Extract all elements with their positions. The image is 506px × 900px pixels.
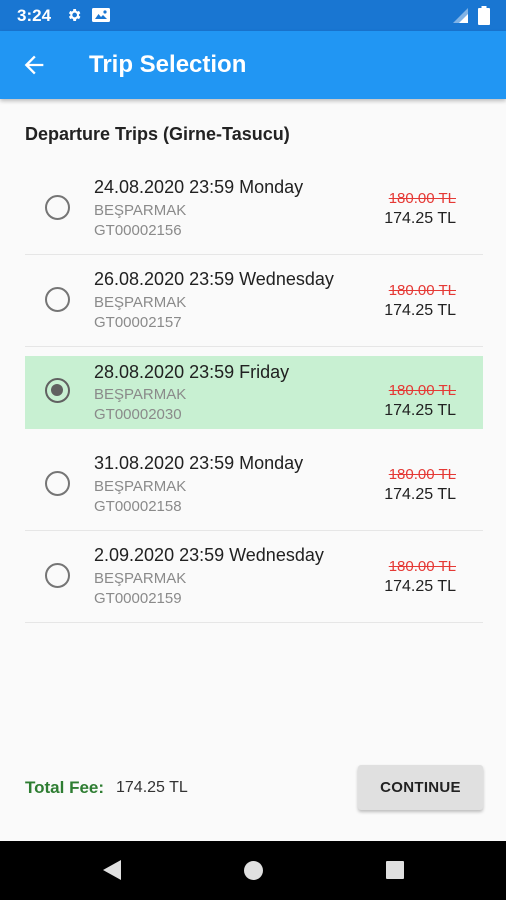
trip-code: GT00002159 bbox=[94, 590, 182, 607]
nav-recents-icon[interactable] bbox=[386, 861, 404, 879]
signal-icon bbox=[453, 8, 468, 23]
trip-company: BEŞPARMAK bbox=[94, 478, 187, 495]
old-price: 180.00 TL bbox=[388, 466, 456, 483]
battery-icon bbox=[478, 6, 490, 25]
trip-row[interactable]: 26.08.2020 23:59 Wednesday BEŞPARMAK GT000… bbox=[25, 255, 483, 347]
back-arrow-icon[interactable] bbox=[20, 51, 48, 79]
trip-code: GT00002157 bbox=[94, 314, 182, 331]
trip-row[interactable]: 28.08.2020 23:59 Friday BEŞPARMAK GT000020… bbox=[25, 356, 483, 429]
trip-code: GT00002030 bbox=[94, 406, 182, 423]
trip-date: 31.08.2020 23:59 Monday bbox=[94, 453, 304, 473]
total-fee-label: Total Fee: bbox=[25, 778, 105, 797]
trip-row[interactable]: 2.09.2020 23:59 Wednesday BEŞPARMAK GT0000… bbox=[25, 531, 483, 623]
trip-code: GT00002158 bbox=[94, 498, 182, 515]
trip-price: 174.25 TL bbox=[384, 402, 456, 419]
radio-button[interactable] bbox=[45, 195, 70, 220]
trip-price: 174.25 TL bbox=[384, 578, 456, 595]
continue-button[interactable]: CONTINUE bbox=[358, 765, 483, 810]
gear-icon bbox=[68, 9, 81, 21]
trip-date: 2.09.2020 23:59 Wednesday bbox=[94, 545, 324, 565]
radio-button[interactable] bbox=[45, 378, 70, 403]
trip-date: 24.08.2020 23:59 Monday bbox=[94, 177, 304, 197]
app-bar: Trip Selection bbox=[0, 31, 506, 99]
nav-home-icon[interactable] bbox=[244, 861, 263, 880]
trip-row[interactable]: 24.08.2020 23:59 Monday BEŞPARMAK GT000021… bbox=[25, 163, 483, 255]
status-time: 3:24 bbox=[17, 6, 52, 25]
radio-button[interactable] bbox=[45, 471, 70, 496]
trip-company: BEŞPARMAK bbox=[94, 294, 187, 311]
old-price: 180.00 TL bbox=[388, 558, 456, 575]
trip-company: BEŞPARMAK bbox=[94, 570, 187, 587]
page-title: Trip Selection bbox=[89, 51, 247, 78]
old-price: 180.00 TL bbox=[388, 382, 456, 399]
navigation-bar bbox=[0, 841, 506, 900]
trip-date: 26.08.2020 23:59 Wednesday bbox=[94, 269, 334, 289]
trip-date: 28.08.2020 23:59 Friday bbox=[94, 362, 290, 382]
trip-price: 174.25 TL bbox=[384, 210, 456, 227]
old-price: 180.00 TL bbox=[388, 190, 456, 207]
radio-button[interactable] bbox=[45, 287, 70, 312]
nav-back-icon[interactable] bbox=[102, 859, 122, 881]
status-bar: 3:24 bbox=[0, 0, 506, 31]
old-price: 180.00 TL bbox=[388, 282, 456, 299]
trip-company: BEŞPARMAK bbox=[94, 202, 187, 219]
trip-code: GT00002156 bbox=[94, 222, 182, 239]
trip-list: 24.08.2020 23:59 Monday BEŞPARMAK GT000021… bbox=[25, 163, 483, 623]
section-title: Departure Trips (Girne-Tasucu) bbox=[25, 124, 290, 144]
radio-button[interactable] bbox=[45, 563, 70, 588]
mail-icon bbox=[92, 8, 110, 22]
trip-price: 174.25 TL bbox=[384, 486, 456, 503]
total-fee-value: 174.25 TL bbox=[116, 779, 188, 796]
trip-price: 174.25 TL bbox=[384, 302, 456, 319]
trip-company: BEŞPARMAK bbox=[94, 386, 187, 403]
trip-row[interactable]: 31.08.2020 23:59 Monday BEŞPARMAK GT000021… bbox=[25, 439, 483, 531]
